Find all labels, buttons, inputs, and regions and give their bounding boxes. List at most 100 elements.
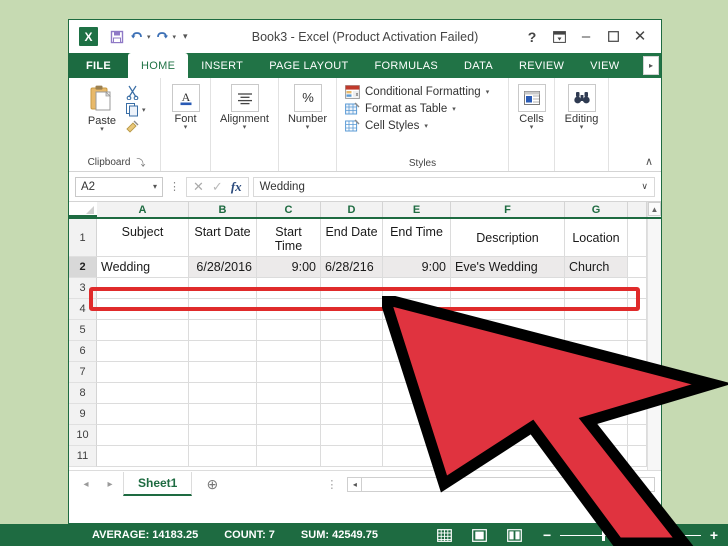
number-button[interactable]: % Number ▾ <box>285 82 330 131</box>
cell-g8[interactable] <box>565 383 628 404</box>
cell-a1[interactable]: Subject <box>97 219 189 257</box>
cells-dropdown-icon[interactable]: ▾ <box>530 124 534 131</box>
cell-b7[interactable] <box>189 362 257 383</box>
ribbon-more-tabs-icon[interactable]: ▸ <box>643 56 659 75</box>
zoom-out-button[interactable]: − <box>543 527 551 543</box>
cell-h3[interactable] <box>628 278 647 299</box>
cell-d8[interactable] <box>321 383 383 404</box>
cell-f5[interactable] <box>451 320 565 341</box>
cell-f1[interactable]: Description <box>451 219 565 257</box>
cell-h11[interactable] <box>628 446 647 467</box>
ribbon-tab-formulas[interactable]: FORMULAS <box>362 53 452 78</box>
format-painter-button[interactable] <box>125 119 146 134</box>
cell-f10[interactable] <box>451 425 565 446</box>
zoom-slider[interactable] <box>560 529 701 541</box>
cell-e10[interactable] <box>383 425 451 446</box>
copy-dropdown-icon[interactable]: ▾ <box>142 106 146 114</box>
paste-button[interactable]: Paste ▾ <box>79 82 125 133</box>
tab-split-handle-icon[interactable]: ⋮ <box>326 478 337 491</box>
font-dropdown-icon[interactable]: ▾ <box>184 124 188 131</box>
cell-c10[interactable] <box>257 425 321 446</box>
cell-a11[interactable] <box>97 446 189 467</box>
undo-dropdown-icon[interactable]: ▾ <box>147 33 151 41</box>
font-color-A-icon[interactable]: A <box>171 84 200 112</box>
cell-d10[interactable] <box>321 425 383 446</box>
cell-c11[interactable] <box>257 446 321 467</box>
row-header-8[interactable]: 8 <box>69 383 97 404</box>
cell-f2[interactable]: Eve's Wedding <box>451 257 565 278</box>
ribbon-display-options-icon[interactable] <box>552 30 566 44</box>
vertical-scrollbar[interactable] <box>647 219 661 470</box>
insert-function-icon[interactable]: fx <box>231 179 242 195</box>
cell-g1[interactable]: Location <box>565 219 628 257</box>
enter-formula-icon[interactable]: ✓ <box>212 179 223 195</box>
percent-icon[interactable]: % <box>293 84 322 112</box>
cell-f7[interactable] <box>451 362 565 383</box>
cell-a8[interactable] <box>97 383 189 404</box>
cell-b9[interactable] <box>189 404 257 425</box>
clipboard-dialog-launcher-icon[interactable]: ⤵ <box>136 156 145 169</box>
save-icon[interactable] <box>108 28 125 45</box>
cell-a10[interactable] <box>97 425 189 446</box>
cell-e8[interactable] <box>383 383 451 404</box>
cell-h6[interactable] <box>628 341 647 362</box>
column-header-a[interactable]: A <box>97 202 189 217</box>
cell-b11[interactable] <box>189 446 257 467</box>
cell-c3[interactable] <box>257 278 321 299</box>
cell-d5[interactable] <box>321 320 383 341</box>
cell-f3[interactable] <box>451 278 565 299</box>
redo-dropdown-icon[interactable]: ▾ <box>173 33 177 41</box>
cells-button[interactable]: Cells ▾ <box>515 82 548 131</box>
row-header-3[interactable]: 3 <box>69 278 97 299</box>
ribbon-tab-home[interactable]: HOME <box>128 53 189 78</box>
cell-h9[interactable] <box>628 404 647 425</box>
conditional-formatting-dropdown-icon[interactable]: ▾ <box>486 88 490 96</box>
cell-c7[interactable] <box>257 362 321 383</box>
name-box-dropdown-icon[interactable]: ▾ <box>153 182 157 191</box>
format-as-table-dropdown-icon[interactable]: ▾ <box>452 105 456 113</box>
cell-g7[interactable] <box>565 362 628 383</box>
row-header-1[interactable]: 1 <box>69 219 97 257</box>
cell-d3[interactable] <box>321 278 383 299</box>
ribbon-tab-data[interactable]: DATA <box>451 53 506 78</box>
cell-a9[interactable] <box>97 404 189 425</box>
copy-button[interactable]: ▾ <box>125 102 146 117</box>
row-header-4[interactable]: 4 <box>69 299 97 320</box>
cell-e7[interactable] <box>383 362 451 383</box>
help-icon[interactable]: ? <box>525 30 539 44</box>
cell-a5[interactable] <box>97 320 189 341</box>
cell-d2[interactable]: 6/28/216 <box>321 257 383 278</box>
name-box[interactable]: A2 ▾ <box>75 176 163 197</box>
next-sheet-icon[interactable]: ▸ <box>99 474 121 494</box>
formula-input[interactable]: Wedding ∨ <box>252 176 655 197</box>
cell-d6[interactable] <box>321 341 383 362</box>
paste-dropdown-icon[interactable]: ▾ <box>100 126 104 133</box>
cell-e9[interactable] <box>383 404 451 425</box>
row-header-11[interactable]: 11 <box>69 446 97 467</box>
ribbon-tab-file[interactable]: FILE <box>69 53 129 78</box>
cell-f8[interactable] <box>451 383 565 404</box>
row-header-10[interactable]: 10 <box>69 425 97 446</box>
add-sheet-icon[interactable]: ⊕ <box>200 474 224 494</box>
cell-d1[interactable]: End Date <box>321 219 383 257</box>
editing-button[interactable]: Editing ▾ <box>561 82 602 131</box>
cell-b3[interactable] <box>189 278 257 299</box>
cell-b2[interactable]: 6/28/2016 <box>189 257 257 278</box>
previous-sheet-icon[interactable]: ◂ <box>75 474 97 494</box>
cells-insert-icon[interactable] <box>517 84 546 112</box>
vertical-scrollbar-top[interactable]: ▲ <box>647 202 661 217</box>
page-break-preview-icon[interactable] <box>506 528 523 543</box>
cell-d9[interactable] <box>321 404 383 425</box>
cell-e4[interactable] <box>383 299 451 320</box>
column-header-g[interactable]: G <box>565 202 628 217</box>
cell-b8[interactable] <box>189 383 257 404</box>
cell-a2[interactable]: Wedding <box>97 257 189 278</box>
row-header-2[interactable]: 2 <box>69 257 97 278</box>
cell-e6[interactable] <box>383 341 451 362</box>
cell-a6[interactable] <box>97 341 189 362</box>
cell-f4[interactable] <box>451 299 565 320</box>
minimize-icon[interactable]: – <box>579 29 593 44</box>
cell-e5[interactable] <box>383 320 451 341</box>
cell-styles-dropdown-icon[interactable]: ▾ <box>424 122 428 130</box>
row-header-6[interactable]: 6 <box>69 341 97 362</box>
